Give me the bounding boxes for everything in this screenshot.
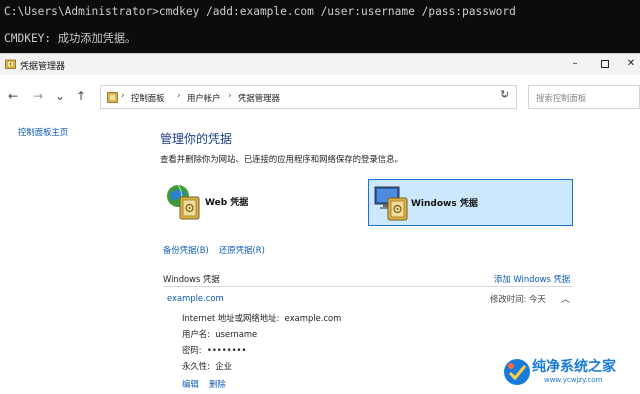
watermark-title: 纯净系统之家 [532, 359, 616, 375]
page-description: 查看并删除你为网站、已连接的应用程序和网络保存的登录信息。 [160, 154, 403, 164]
credential-password: 密码: •••••••• [182, 345, 247, 355]
terminal-result-line: CMDKEY: 成功添加凭据。 [4, 32, 137, 45]
monitor-vault-icon [374, 186, 408, 221]
globe-vault-icon [167, 184, 200, 220]
breadcrumb-separator: › [177, 91, 181, 101]
up-button[interactable]: ↑ [73, 88, 89, 104]
breadcrumb-control-panel[interactable]: 控制面板 [131, 92, 165, 104]
terminal-command-line: C:\Users\Administrator>cmdkey /add:examp… [4, 5, 516, 18]
credential-persistence: 永久性: 企业 [182, 361, 233, 371]
maximize-button[interactable] [596, 56, 614, 72]
delete-credential-link[interactable]: 删除 [209, 378, 226, 390]
web-credentials-label: Web 凭据 [205, 198, 249, 208]
modified-label: 修改时间: [490, 294, 527, 304]
recent-locations-button[interactable]: ⌄ [52, 88, 68, 104]
watermark-url: www.ycwjzy.com [544, 376, 603, 384]
close-button[interactable]: ✕ [622, 56, 640, 72]
credential-entry-name[interactable]: example.com [167, 293, 224, 303]
site-watermark: 纯净系统之家 www.ycwjzy.com [500, 352, 638, 392]
credential-username: 用户名: username [182, 329, 258, 339]
windows-credentials-tile[interactable]: Windows 凭据 [368, 179, 573, 226]
minimize-button[interactable]: – [566, 56, 584, 72]
breadcrumb-separator: › [228, 91, 232, 101]
collapse-icon[interactable]: ︿ [561, 292, 570, 305]
maximize-icon [601, 60, 609, 68]
restore-credentials-link[interactable]: 还原凭据(R) [219, 244, 265, 256]
window-title: 凭据管理器 [20, 62, 66, 72]
control-panel-icon [107, 92, 118, 103]
watermark-logo-icon [504, 359, 530, 385]
credential-address: Internet 地址或网络地址: example.com [182, 313, 342, 323]
title-bar: 凭据管理器 – ✕ [0, 54, 640, 75]
section-divider [163, 286, 574, 287]
forward-button[interactable]: → [30, 88, 46, 104]
edit-credential-link[interactable]: 编辑 [182, 378, 199, 390]
breadcrumb-user-accounts[interactable]: 用户帐户 [187, 92, 221, 104]
backup-credentials-link[interactable]: 备份凭据(B) [163, 244, 209, 256]
credential-modified: 修改时间: 今天 [490, 293, 546, 305]
windows-credentials-label: Windows 凭据 [411, 199, 478, 209]
credential-manager-icon [5, 59, 16, 69]
control-panel-home-link[interactable]: 控制面板主页 [18, 126, 68, 138]
breadcrumb-credential-manager[interactable]: 凭据管理器 [238, 92, 280, 104]
terminal-output: C:\Users\Administrator>cmdkey /add:examp… [0, 0, 640, 53]
page-title: 管理你的凭据 [160, 132, 233, 146]
refresh-button[interactable]: ↻ [500, 88, 509, 101]
section-title: Windows 凭据 [163, 274, 220, 284]
modified-value: 今天 [529, 294, 546, 304]
add-windows-credential-link[interactable]: 添加 Windows 凭据 [494, 273, 570, 285]
back-button[interactable]: ← [5, 88, 21, 104]
search-placeholder: 搜索控制面板 [536, 93, 587, 103]
breadcrumb-separator: › [121, 91, 125, 101]
address-bar[interactable]: › 控制面板 › 用户帐户 › 凭据管理器 ⌄ [100, 85, 517, 109]
navigation-bar: ← → ⌄ ↑ › 控制面板 › 用户帐户 › 凭据管理器 ⌄ ↻ 搜索控制面板 [0, 82, 640, 112]
search-box[interactable]: 搜索控制面板 [528, 85, 640, 109]
web-credentials-tile[interactable]: Web 凭据 [164, 179, 369, 226]
